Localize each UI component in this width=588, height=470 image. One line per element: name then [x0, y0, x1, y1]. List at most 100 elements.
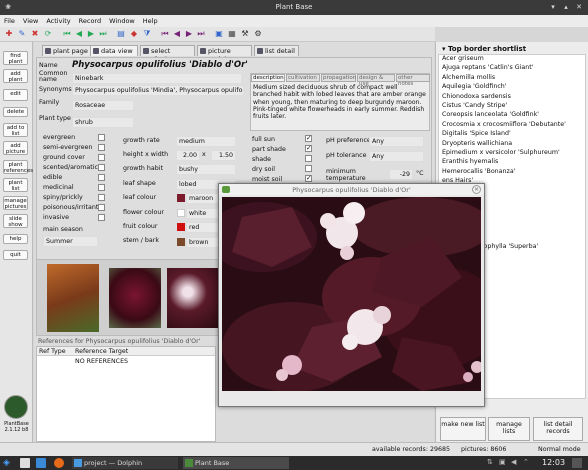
last-record-icon[interactable]: ⏭: [98, 29, 108, 39]
list-detail-records-button[interactable]: list detail records: [533, 417, 583, 441]
first-record-icon[interactable]: ⏮: [62, 29, 72, 39]
shortlist-item[interactable]: Cistus 'Candy Stripe': [439, 102, 585, 111]
shortlist-item[interactable]: Dryopteris wallichiana: [439, 140, 585, 149]
growth-habit-field[interactable]: bushy: [176, 164, 236, 175]
shortlist-item[interactable]: Coreopsis lanceolata 'Goldfink': [439, 111, 585, 120]
settings-icon[interactable]: ⚙: [253, 29, 263, 39]
tab-description[interactable]: description: [251, 74, 285, 82]
save-icon[interactable]: ✎: [17, 29, 27, 39]
taskbar-plantbase[interactable]: Plant Base: [183, 457, 289, 469]
gallery-icon[interactable]: ▦: [227, 29, 237, 39]
menu-view[interactable]: View: [19, 15, 42, 25]
close-icon[interactable]: ✕: [574, 2, 584, 12]
volume-icon[interactable]: ◀: [511, 458, 516, 466]
tray-expand-icon[interactable]: ⌃: [523, 458, 529, 466]
ph-tolerance-field[interactable]: Any: [369, 151, 424, 162]
add-plant-button[interactable]: add plant: [3, 69, 28, 83]
menu-file[interactable]: File: [0, 15, 19, 25]
flag-poisonous-checkbox[interactable]: [98, 204, 105, 211]
add-picture-button[interactable]: add picture: [3, 141, 28, 155]
shortlist-item[interactable]: Epimedium x versicolor 'Sulphureum': [439, 149, 585, 158]
thumbnail-2[interactable]: [109, 268, 161, 328]
shortlist-item[interactable]: Eranthis hyemalis: [439, 158, 585, 167]
family-field[interactable]: Rosaceae: [72, 100, 134, 111]
flag-ground-cover-checkbox[interactable]: [98, 154, 105, 161]
taskbar-dolphin[interactable]: project — Dolphin: [72, 457, 178, 469]
width-field[interactable]: 1.50: [211, 150, 236, 161]
manage-pictures-button[interactable]: manage pictures: [3, 196, 28, 210]
tab-picture-maint[interactable]: picture maint: [197, 45, 252, 63]
shortlist-item[interactable]: Hemerocallis 'Bonanza': [439, 168, 585, 177]
thumbnail-3[interactable]: [167, 268, 219, 328]
network-icon[interactable]: ⇅: [487, 458, 493, 466]
height-field[interactable]: 2.00: [176, 150, 200, 161]
moist-soil-checkbox[interactable]: [305, 174, 312, 182]
firefox-icon[interactable]: [54, 458, 64, 468]
plant-list-button[interactable]: plant list: [3, 178, 28, 192]
desktop-icon[interactable]: [20, 458, 30, 468]
shortlist-item[interactable]: Crocosmia x crocosmiiflora 'Debutante': [439, 121, 585, 130]
viewer-close-icon[interactable]: ×: [472, 185, 481, 194]
add-to-list-button[interactable]: add to list: [3, 123, 28, 137]
tab-design-use[interactable]: design & use: [357, 74, 395, 87]
plant-references-button[interactable]: plant references: [3, 160, 33, 174]
next-picture-icon[interactable]: ▶: [184, 29, 194, 39]
tab-list-detail[interactable]: list detail: [254, 45, 299, 56]
flag-scented-checkbox[interactable]: [98, 164, 105, 171]
list-icon[interactable]: ▤: [116, 29, 126, 39]
flag-semi-evergreen-checkbox[interactable]: [98, 144, 105, 151]
shortlist-item[interactable]: Alchemilla mollis: [439, 74, 585, 83]
mark-icon[interactable]: ◆: [129, 29, 139, 39]
tab-plant-page[interactable]: plant page: [42, 45, 92, 56]
edit-button[interactable]: edit: [3, 89, 28, 101]
prev-record-icon[interactable]: ◀: [74, 29, 84, 39]
part-shade-checkbox[interactable]: [305, 144, 312, 152]
start-menu-icon[interactable]: ◈: [3, 458, 13, 468]
delete-icon[interactable]: ✖: [30, 29, 40, 39]
menu-help[interactable]: Help: [139, 15, 162, 25]
manage-lists-button[interactable]: manage lists: [488, 417, 530, 441]
growth-rate-field[interactable]: medium: [176, 136, 236, 147]
shortlist-item[interactable]: Aquilegia 'Goldfinch': [439, 83, 585, 92]
show-desktop-icon[interactable]: [572, 458, 582, 468]
flag-invasive-checkbox[interactable]: [98, 214, 105, 221]
min-temp-field[interactable]: -29: [389, 169, 413, 180]
dry-soil-checkbox[interactable]: [305, 165, 312, 172]
menu-activity[interactable]: Activity: [42, 15, 74, 25]
files-icon[interactable]: [36, 458, 46, 468]
delete-button[interactable]: delete: [3, 107, 28, 117]
quit-button[interactable]: quit: [3, 250, 28, 260]
tools-icon[interactable]: ⚒: [240, 29, 250, 39]
menu-window[interactable]: Window: [105, 15, 139, 25]
print-icon[interactable]: ✚: [4, 29, 14, 39]
shade-checkbox[interactable]: [305, 155, 312, 162]
make-new-list-button[interactable]: make new list: [440, 417, 486, 441]
clipboard-icon[interactable]: ▣: [499, 458, 506, 466]
main-season-field[interactable]: Summer: [43, 236, 98, 247]
flag-medicinal-checkbox[interactable]: [98, 184, 105, 191]
thumbnail-1[interactable]: [47, 264, 99, 332]
refresh-icon[interactable]: ⟳: [43, 29, 53, 39]
flag-spiny-checkbox[interactable]: [98, 194, 105, 201]
shortlist-item[interactable]: Digitalis 'Spice Island': [439, 130, 585, 139]
slide-show-button[interactable]: slide show: [3, 214, 28, 228]
filter-icon[interactable]: ⧩: [142, 29, 152, 39]
flag-edible-checkbox[interactable]: [98, 174, 105, 181]
next-record-icon[interactable]: ▶: [86, 29, 96, 39]
tab-data-view[interactable]: data view: [90, 45, 138, 56]
find-plant-button[interactable]: find plant: [3, 51, 28, 65]
last-picture-icon[interactable]: ⏭: [196, 29, 206, 39]
flag-evergreen-checkbox[interactable]: [98, 134, 105, 141]
maximize-icon[interactable]: ▴: [561, 2, 571, 12]
tab-propagation[interactable]: propagation: [321, 74, 356, 82]
menu-record[interactable]: Record: [75, 15, 105, 25]
minimize-icon[interactable]: ▾: [548, 2, 558, 12]
tab-other-notes[interactable]: other notes: [396, 74, 430, 87]
shortlist-item[interactable]: Acer griseum: [439, 55, 585, 64]
prev-picture-icon[interactable]: ◀: [172, 29, 182, 39]
ph-preference-field[interactable]: Any: [369, 136, 424, 147]
help-button[interactable]: help: [3, 234, 28, 244]
synonyms-field[interactable]: Physocarpus opulifolius 'Mindia', Physoc…: [72, 85, 244, 96]
picture-icon[interactable]: ▣: [214, 29, 224, 39]
plant-type-field[interactable]: shrub: [72, 117, 134, 128]
